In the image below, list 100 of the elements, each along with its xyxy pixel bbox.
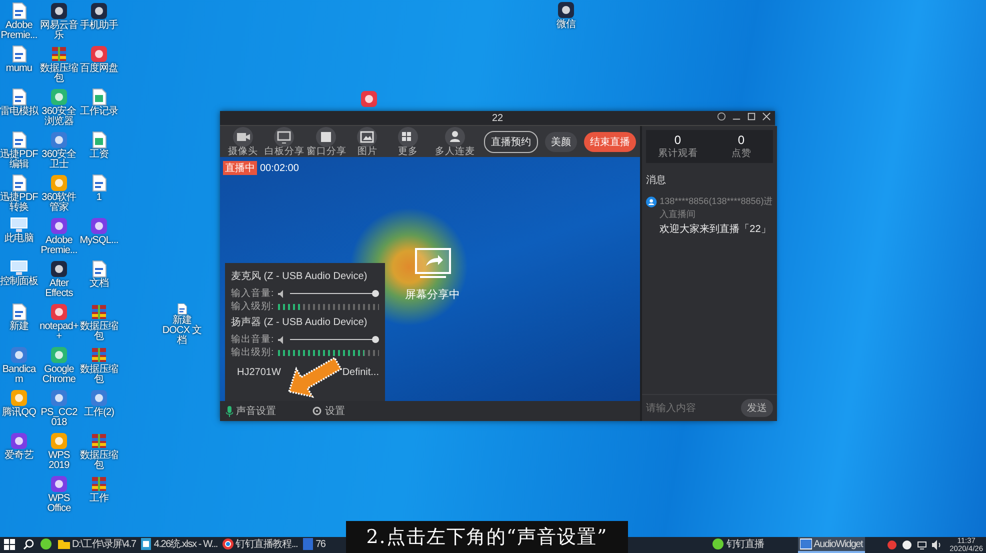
action-button[interactable]: 直播预约: [484, 130, 538, 152]
taskbar-button[interactable]: D:\工作\录屏\4.7: [56, 537, 138, 553]
desktop-icon[interactable]: 数据压缩包: [40, 45, 78, 88]
app-icon: [557, 1, 575, 19]
pointer-arrow: [285, 355, 345, 400]
desktop-icon[interactable]: 1: [80, 174, 118, 217]
desktop-icon[interactable]: 数据压缩包: [80, 432, 118, 475]
live-badge: 直播中: [223, 161, 257, 175]
taskbar-button[interactable]: 钉钉直播教程...: [220, 537, 300, 553]
desktop-icon[interactable]: 工资: [80, 131, 118, 174]
stat-label: 点赞: [730, 147, 752, 160]
desktop-icon[interactable]: 百度网盘: [80, 45, 118, 88]
spreadsheet-icon: [91, 88, 107, 106]
desktop-icon[interactable]: 新建 DOCX 文档: [158, 303, 206, 346]
desktop-icon[interactable]: Adobe Premie...: [40, 217, 78, 260]
app-icon: [40, 538, 52, 550]
desktop-icon[interactable]: After Effects: [40, 260, 78, 303]
desktop-icon[interactable]: WPS 2019: [40, 432, 78, 475]
row-label: 输出级别:: [231, 346, 274, 359]
slider-thumb[interactable]: [372, 290, 379, 297]
desktop-icon[interactable]: 工作(2): [80, 389, 118, 432]
maximize-icon[interactable]: [747, 112, 756, 121]
app-icon: [50, 475, 68, 493]
desktop-icon[interactable]: Bandicam: [0, 346, 38, 389]
desktop-icon[interactable]: PS_CC2018: [40, 389, 78, 432]
document-icon: [11, 45, 27, 63]
document-icon: [91, 174, 107, 192]
volume-icon[interactable]: [932, 540, 942, 550]
desktop-icon[interactable]: notepad++: [40, 303, 78, 346]
desktop-icon[interactable]: Google Chrome: [40, 346, 78, 389]
desktop-icon[interactable]: 数据压缩包: [80, 346, 118, 389]
desktop-icon[interactable]: MySQL...: [80, 217, 118, 260]
avatar-icon: [646, 195, 657, 209]
desktop-icon[interactable]: 工作记录: [80, 88, 118, 131]
taskbar-button[interactable]: 76: [300, 537, 328, 553]
toolbar-button[interactable]: 图片: [348, 126, 387, 156]
toolbar-button[interactable]: 窗口分享: [306, 126, 346, 156]
send-button[interactable]: 发送: [741, 399, 773, 417]
app-icon: [90, 217, 108, 235]
share-status: 屏幕分享中: [405, 288, 460, 302]
browser-icon: [222, 538, 234, 550]
archive-icon: [90, 346, 108, 364]
desktop-icon[interactable]: 迅捷PDF编辑: [0, 131, 38, 174]
network-icon[interactable]: [916, 540, 927, 550]
close-icon[interactable]: [762, 112, 771, 121]
app-icon: [50, 2, 68, 20]
volume-slider[interactable]: [290, 290, 379, 297]
desktop-icon[interactable]: Adobe Premie...: [0, 2, 38, 45]
taskbar-button[interactable]: 4.26统.xlsx - W...: [138, 537, 220, 553]
desktop-icon[interactable]: 微信: [547, 1, 585, 44]
desktop-icon[interactable]: mumu: [0, 45, 38, 88]
search-icon: [23, 538, 34, 550]
help-icon[interactable]: [717, 112, 726, 121]
desktop-icon[interactable]: 迅捷PDF转换: [0, 174, 38, 217]
microphone-icon: [226, 406, 233, 416]
device-name: 扬声器 (Z - USB Audio Device): [231, 316, 368, 329]
window-title: 22: [492, 112, 504, 124]
desktop-icon[interactable]: 360安全浏览器: [40, 88, 78, 131]
end-live-button[interactable]: 结束直播: [584, 132, 636, 152]
tutorial-caption: 2.点击左下角的“声音设置”: [346, 521, 628, 553]
slider-thumb[interactable]: [372, 336, 379, 343]
desktop-icon[interactable]: 手机助手: [80, 2, 118, 45]
stat-label: 累计观看: [656, 147, 699, 160]
desktop-icon[interactable]: 控制面板: [0, 260, 38, 303]
app-icon: [50, 131, 68, 149]
desktop-icon[interactable]: 工作: [80, 475, 118, 518]
toolbar-button[interactable]: 更多: [388, 126, 427, 156]
desktop-icon[interactable]: 网易云音乐: [40, 2, 78, 45]
stat-value: 0: [673, 133, 682, 147]
desktop-icon[interactable]: 文档: [80, 260, 118, 303]
app-icon: [50, 88, 68, 106]
toolbar-button[interactable]: 摄像头: [224, 126, 262, 156]
desktop-icon[interactable]: 爱奇艺: [0, 432, 38, 475]
app-icon: [10, 432, 28, 450]
archive-icon: [90, 475, 108, 493]
message-sender: 138****8856(138****8856)进入直播间: [660, 195, 773, 221]
toolbar-button[interactable]: 白板分享: [264, 126, 304, 156]
desktop-icon[interactable]: 雷电模拟: [0, 88, 38, 131]
app-icon: [50, 303, 68, 321]
document-icon: [11, 2, 27, 20]
desktop-icon[interactable]: 数据压缩包: [80, 303, 118, 346]
desktop-icon[interactable]: 360安全卫士: [40, 131, 78, 174]
action-button[interactable]: 美颜: [544, 132, 577, 152]
settings-button[interactable]: 设置: [312, 404, 345, 418]
desktop-icon[interactable]: 360软件管家: [40, 174, 78, 217]
desktop-icon[interactable]: 新建: [0, 303, 38, 346]
app-icon: [50, 217, 68, 235]
message-text: 欢迎大家来到直播「22」: [660, 222, 772, 236]
sound-settings-button[interactable]: 声音设置: [226, 404, 276, 418]
toolbar-button[interactable]: 多人连麦: [434, 126, 475, 156]
app-icon: [50, 389, 68, 407]
row-label: 输出音量:: [231, 333, 274, 346]
settings-icon: [312, 406, 322, 416]
desktop-icon[interactable]: 腾讯QQ: [0, 389, 38, 432]
volume-slider[interactable]: [290, 336, 379, 343]
taskbar-button[interactable]: AudioWidget: [798, 537, 865, 553]
taskbar-button[interactable]: 钉钉直播: [710, 537, 766, 553]
desktop-icon[interactable]: WPS Office: [40, 475, 78, 518]
app-icon: [50, 260, 68, 278]
desktop-icon[interactable]: 此电脑: [0, 217, 38, 260]
